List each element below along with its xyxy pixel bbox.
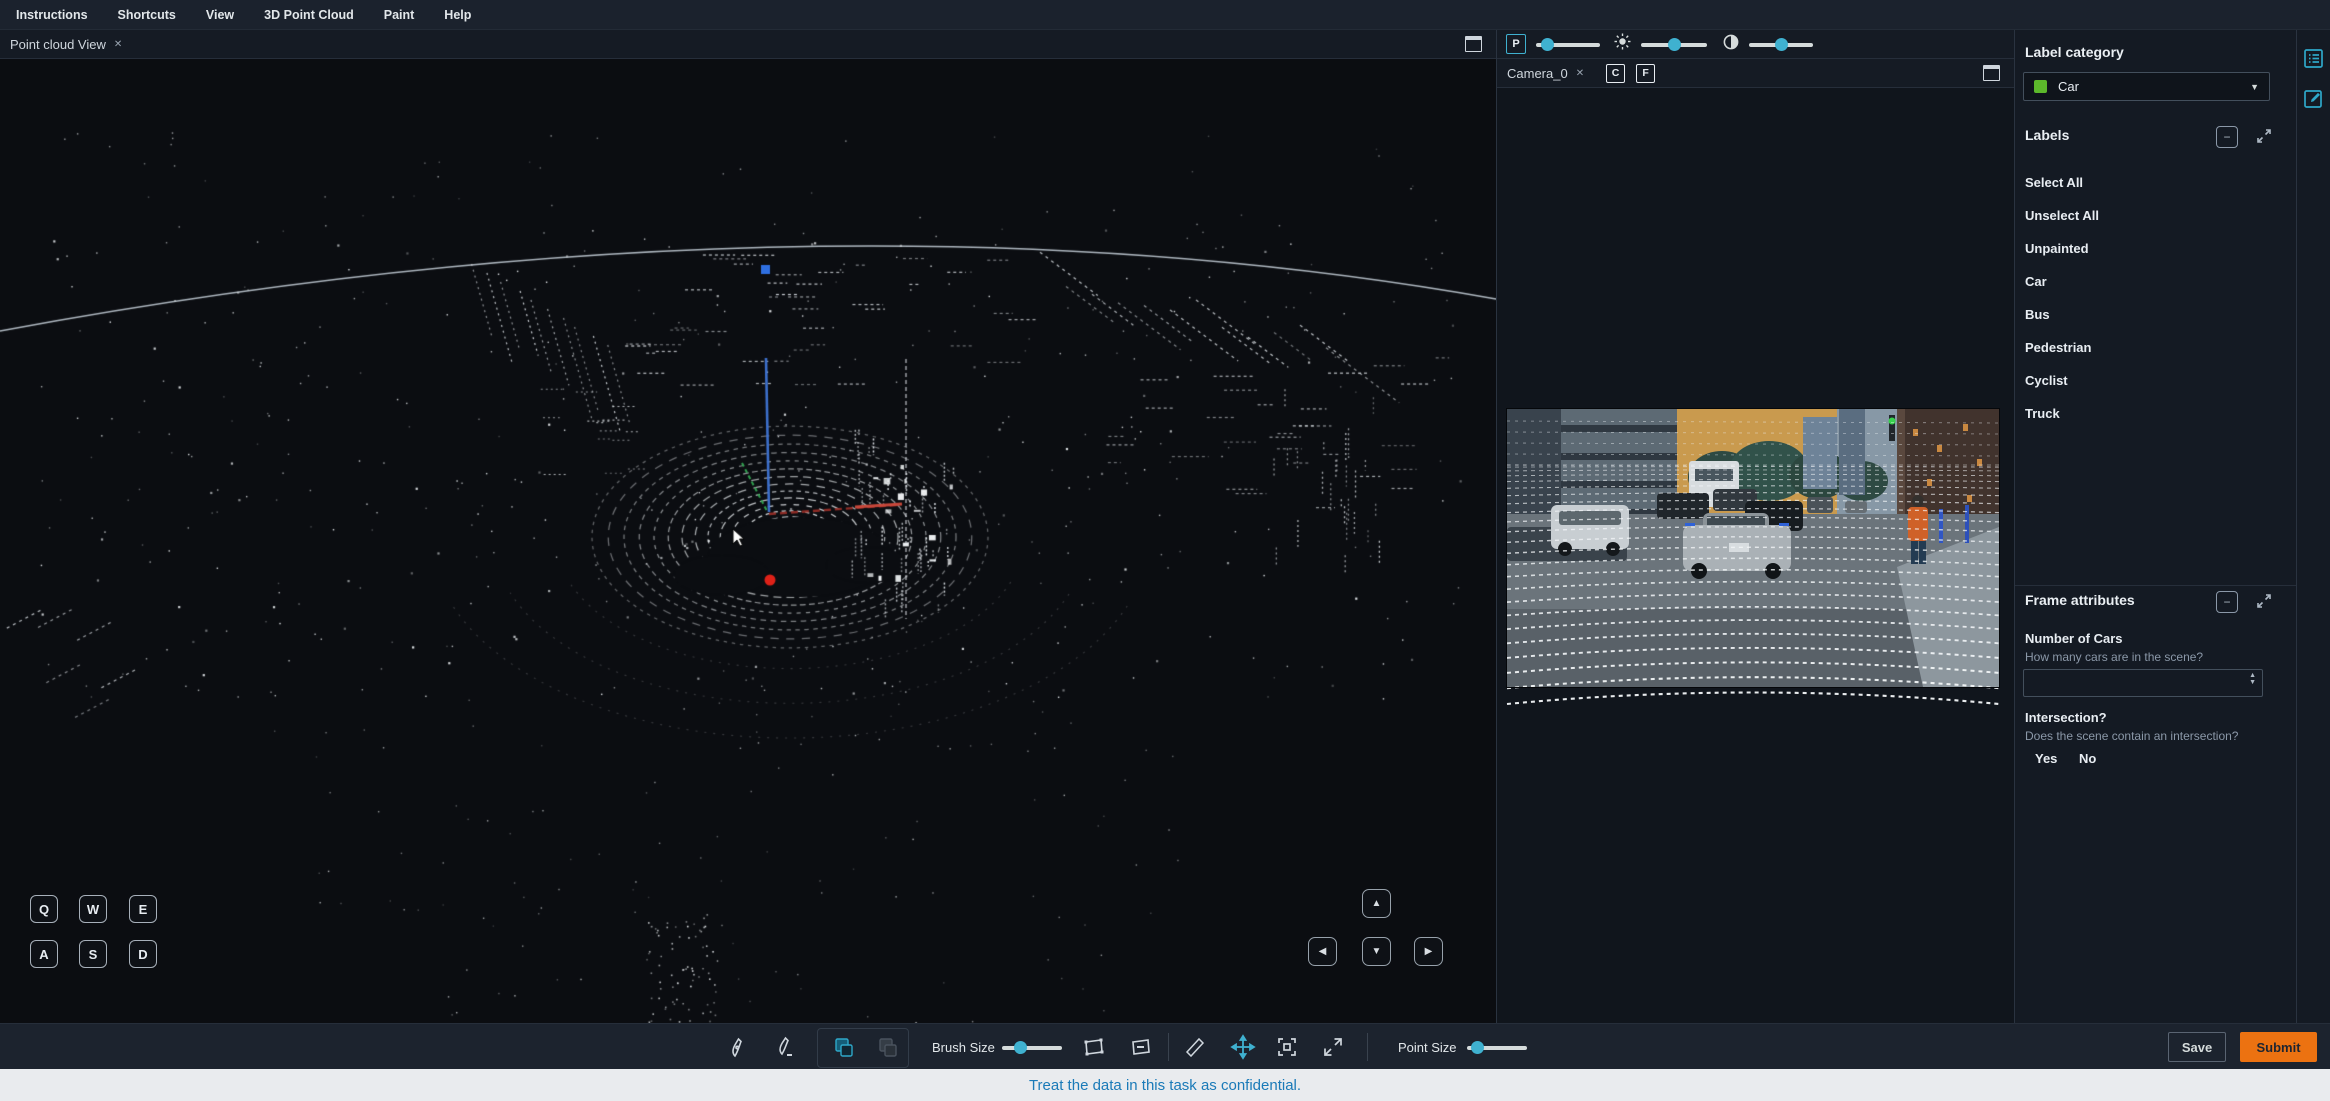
category-color-swatch xyxy=(2034,80,2047,93)
key-d-button[interactable]: D xyxy=(129,940,157,968)
camera-body xyxy=(1497,88,2014,1023)
label-item-cyclist[interactable]: Cyclist xyxy=(2025,364,2276,397)
polygon-unpaint-tool-icon[interactable] xyxy=(1128,1035,1152,1059)
camera-f-button[interactable]: F xyxy=(1636,63,1656,83)
point-size-slider[interactable] xyxy=(1467,1040,1527,1054)
camera-window-icon[interactable] xyxy=(1983,65,2000,81)
labeling-sidebar: Label category Car ▼ Labels − Select All… xyxy=(2015,30,2297,1023)
unpaint-all-frames-icon[interactable] xyxy=(876,1036,900,1060)
toolbar-divider xyxy=(1168,1033,1169,1061)
labels-expand-icon[interactable] xyxy=(2255,127,2273,145)
main-area: Point cloud View ✕ Q W E A S D ▲ ◀ ▼ ▶ P… xyxy=(0,30,2330,1023)
label-list-panel-icon[interactable] xyxy=(2303,48,2324,69)
camera-image[interactable] xyxy=(1506,408,2000,706)
label-category-dropdown[interactable]: Car ▼ xyxy=(2023,72,2270,101)
confidential-footer: Treat the data in this task as confident… xyxy=(0,1069,2330,1101)
nav-left-button[interactable]: ◀ xyxy=(1308,937,1337,966)
nav-up-button[interactable]: ▲ xyxy=(1362,889,1391,918)
label-category-title: Label category xyxy=(2025,44,2124,60)
submit-button[interactable]: Submit xyxy=(2240,1032,2317,1062)
label-item-unpainted[interactable]: Unpainted xyxy=(2025,232,2276,265)
brush-size-slider[interactable] xyxy=(1002,1040,1062,1054)
intersection-no-button[interactable]: No xyxy=(2079,751,2096,766)
section-divider xyxy=(2015,585,2296,586)
key-a-button[interactable]: A xyxy=(30,940,58,968)
labels-list: Select All Unselect All Unpainted Car Bu… xyxy=(2025,166,2276,430)
key-e-button[interactable]: E xyxy=(129,895,157,923)
nav-right-button[interactable]: ▶ xyxy=(1414,937,1443,966)
point-cloud-viewport: Q W E A S D ▲ ◀ ▼ ▶ xyxy=(0,59,1496,1023)
menu-view[interactable]: View xyxy=(206,8,234,22)
menu-paint[interactable]: Paint xyxy=(384,8,415,22)
point-size-label: Point Size xyxy=(1398,1040,1457,1055)
point-cloud-panel: Point cloud View ✕ Q W E A S D ▲ ◀ ▼ ▶ xyxy=(0,30,1497,1023)
paint-propagation-group xyxy=(817,1028,909,1068)
number-of-cars-hint: How many cars are in the scene? xyxy=(2025,650,2204,664)
intersection-yes-button[interactable]: Yes xyxy=(2035,751,2057,766)
key-w-button[interactable]: W xyxy=(79,895,107,923)
number-of-cars-input[interactable] xyxy=(2030,672,2234,696)
camera-tabbar: Camera_0 ✕ C F xyxy=(1497,59,2014,88)
camera-c-button[interactable]: C xyxy=(1606,63,1626,83)
fullscreen-icon[interactable] xyxy=(1321,1035,1345,1059)
label-item-unselect-all[interactable]: Unselect All xyxy=(2025,199,2276,232)
brightness-icon xyxy=(1614,33,1631,55)
brightness-slider[interactable] xyxy=(1641,37,1707,51)
menu-shortcuts[interactable]: Shortcuts xyxy=(118,8,176,22)
number-of-cars-field: ▲ ▼ xyxy=(2023,669,2263,697)
brush-size-label: Brush Size xyxy=(932,1040,995,1055)
key-s-button[interactable]: S xyxy=(79,940,107,968)
edit-attributes-panel-icon[interactable] xyxy=(2303,88,2324,109)
label-item-pedestrian[interactable]: Pedestrian xyxy=(2025,331,2276,364)
close-point-cloud-view-icon[interactable]: ✕ xyxy=(114,39,122,50)
paint-toolbar: Brush Size Point Size Save Submit xyxy=(0,1023,2330,1069)
point-cloud-tab-label: Point cloud View xyxy=(10,36,106,52)
number-of-cars-label: Number of Cars xyxy=(2025,631,2123,646)
close-camera-icon[interactable]: ✕ xyxy=(1576,68,1584,79)
contrast-slider[interactable] xyxy=(1749,37,1813,51)
paint-all-frames-icon[interactable] xyxy=(832,1036,856,1060)
fit-view-icon[interactable] xyxy=(1275,1035,1299,1059)
label-item-select-all[interactable]: Select All xyxy=(2025,166,2276,199)
ruler-tool-icon[interactable] xyxy=(1183,1035,1207,1059)
unpaint-brush-tool-icon[interactable] xyxy=(773,1035,797,1059)
point-cloud-tabbar: Point cloud View ✕ xyxy=(0,30,1496,59)
key-q-button[interactable]: Q xyxy=(30,895,58,923)
labels-collapse-button[interactable]: − xyxy=(2216,126,2238,148)
display-settings-toolbar: P xyxy=(1497,30,2014,59)
intersection-label: Intersection? xyxy=(2025,710,2107,725)
move-tool-icon[interactable] xyxy=(1230,1034,1256,1060)
nav-down-button[interactable]: ▼ xyxy=(1362,937,1391,966)
panel-window-icon[interactable] xyxy=(1465,36,1482,52)
frame-attributes-title: Frame attributes xyxy=(2025,592,2135,608)
menu-help[interactable]: Help xyxy=(444,8,471,22)
app-root: Instructions Shortcuts View 3D Point Clo… xyxy=(0,0,2330,1101)
toolbar-divider xyxy=(1367,1033,1368,1061)
label-item-truck[interactable]: Truck xyxy=(2025,397,2276,430)
menu-bar: Instructions Shortcuts View 3D Point Clo… xyxy=(0,0,2330,30)
camera-panel: P Camera_0 ✕ C F xyxy=(1497,30,2015,1023)
save-button[interactable]: Save xyxy=(2168,1032,2226,1062)
frame-attributes-expand-icon[interactable] xyxy=(2255,592,2273,610)
label-item-car[interactable]: Car xyxy=(2025,265,2276,298)
labels-section-title: Labels xyxy=(2025,127,2070,143)
perspective-toggle-button[interactable]: P xyxy=(1506,34,1526,54)
intersection-hint: Does the scene contain an intersection? xyxy=(2025,729,2239,743)
camera-tab-label: Camera_0 xyxy=(1507,65,1568,81)
frame-attributes-collapse-button[interactable]: − xyxy=(2216,591,2238,613)
menu-instructions[interactable]: Instructions xyxy=(16,8,88,22)
chevron-down-icon: ▼ xyxy=(2250,81,2259,92)
menu-3d-point-cloud[interactable]: 3D Point Cloud xyxy=(264,8,354,22)
number-stepper[interactable]: ▲ ▼ xyxy=(2249,672,2256,686)
contrast-icon xyxy=(1723,34,1739,55)
category-selected-value: Car xyxy=(2058,79,2079,94)
label-item-bus[interactable]: Bus xyxy=(2025,298,2276,331)
point-cloud-canvas[interactable] xyxy=(0,59,1496,1023)
right-rail xyxy=(2297,30,2330,1023)
paint-brush-tool-icon[interactable] xyxy=(725,1035,749,1059)
polygon-paint-tool-icon[interactable] xyxy=(1081,1035,1105,1059)
confidential-notice: Treat the data in this task as confident… xyxy=(1028,1076,1302,1094)
p-slider[interactable] xyxy=(1536,37,1600,51)
